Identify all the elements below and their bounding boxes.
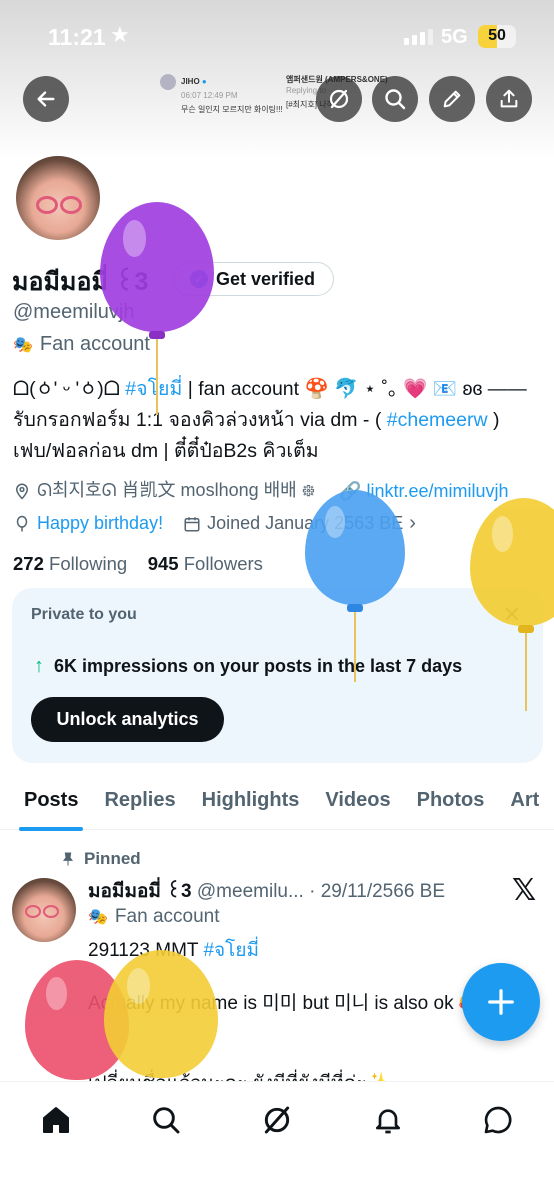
balloon-icon [16,515,28,531]
banner-tweet-card: JIHO ● 06:07 12:49 PM 무슨 일인지 모르지만 화이팅!!! [160,74,283,115]
plus-icon [488,989,514,1015]
calendar-icon [184,516,200,531]
profile-bio: ᗝ(ㆁ' ᵕ 'ㆁ)ᗝ #จโยมี่ | fan account 🍄 🐬 ⋆ … [13,378,527,462]
pinned-label: Pinned [60,849,141,869]
arrow-left-icon [37,91,55,107]
private-analytics-card: Private to you ✕ ↑ 6K impressions on you… [12,588,543,763]
post-avatar[interactable] [12,878,76,942]
pencil-icon [443,90,461,108]
chat-bubble-icon [484,1106,512,1134]
banner-avatar [160,74,176,90]
home-icon [43,1107,69,1133]
private-label: Private to you [31,606,137,623]
pin-icon [63,852,73,866]
profile-avatar[interactable] [12,152,104,244]
search-icon [385,89,406,110]
share-button[interactable] [486,76,532,122]
bell-icon [376,1109,400,1134]
post-hashtag-link[interactable]: #จโยมี่ [203,940,259,961]
bio-hashtag-link-2[interactable]: #chemeerw [387,409,488,431]
grok-button[interactable] [316,76,362,122]
theater-mask-icon: 🎭 [88,909,108,926]
profile-meta-row: ᘏ최지호ᘏ 肖凯文 moslhong 배배 ᪥ 🔗 linktr.ee/mimi… [13,476,509,506]
network-label: 5G [441,26,468,48]
followers-link[interactable]: 945 Followers [148,553,263,574]
signal-icon [404,29,433,45]
compose-post-button[interactable] [462,963,540,1041]
profile-location: ᘏ최지호ᘏ 肖凯文 moslhong 배배 ᪥ [37,480,316,500]
tab-art[interactable]: Art [497,770,552,830]
arrow-up-icon: ↑ [34,655,44,677]
tab-highlights[interactable]: Highlights [189,770,313,830]
post-handle-date: @meemilu... · 29/11/2566 BE [196,881,446,902]
tab-posts[interactable]: Posts [0,770,91,831]
post-fan-account: 🎭 Fan account [88,906,220,927]
follow-stats: 272 Following 945 Followers [13,553,263,575]
birthday-link[interactable]: Happy birthday! [37,513,163,534]
star-icon: ★ [110,22,130,47]
location-pin-icon [15,483,29,500]
nav-grok[interactable] [257,1100,297,1140]
post-author[interactable]: มอมีมอมี่ ꒰3 [88,881,192,902]
unlock-analytics-button[interactable]: Unlock analytics [31,697,224,742]
nav-messages[interactable] [478,1100,518,1140]
tab-replies[interactable]: Replies [91,770,188,830]
clock: 11:21 [48,24,106,50]
edit-button[interactable] [429,76,475,122]
theater-mask-icon: 🎭 [13,336,33,354]
tab-photos[interactable]: Photos [404,770,498,830]
bottom-navigation [0,1081,554,1200]
impressions-stat: ↑ 6K impressions on your posts in the la… [34,655,463,677]
profile-tabs: Posts Replies Highlights Videos Photos A… [0,770,554,831]
x-logo-icon: 𝕏 [512,874,537,907]
grok-icon [264,1106,290,1134]
tab-videos[interactable]: Videos [312,770,403,830]
nav-home[interactable] [36,1100,76,1140]
nav-notifications[interactable] [368,1100,408,1140]
post-header: มอมีมอมี่ ꒰3 @meemilu... · 29/11/2566 BE [88,876,445,906]
bio-hashtag-link[interactable]: #จโยมี่ [125,378,182,400]
back-button[interactable] [23,76,69,122]
battery-icon: 50 [478,25,516,48]
fan-account-label: 🎭 Fan account [13,333,150,355]
chevron-right-icon[interactable]: › [409,512,416,535]
status-bar: 11:21 ★ 5G 50 [0,0,554,70]
following-link[interactable]: 272 Following [13,553,127,574]
nav-explore[interactable] [146,1100,186,1140]
share-icon [500,89,518,108]
search-icon [153,1107,180,1134]
search-button[interactable] [372,76,418,122]
grok-icon [329,89,349,109]
